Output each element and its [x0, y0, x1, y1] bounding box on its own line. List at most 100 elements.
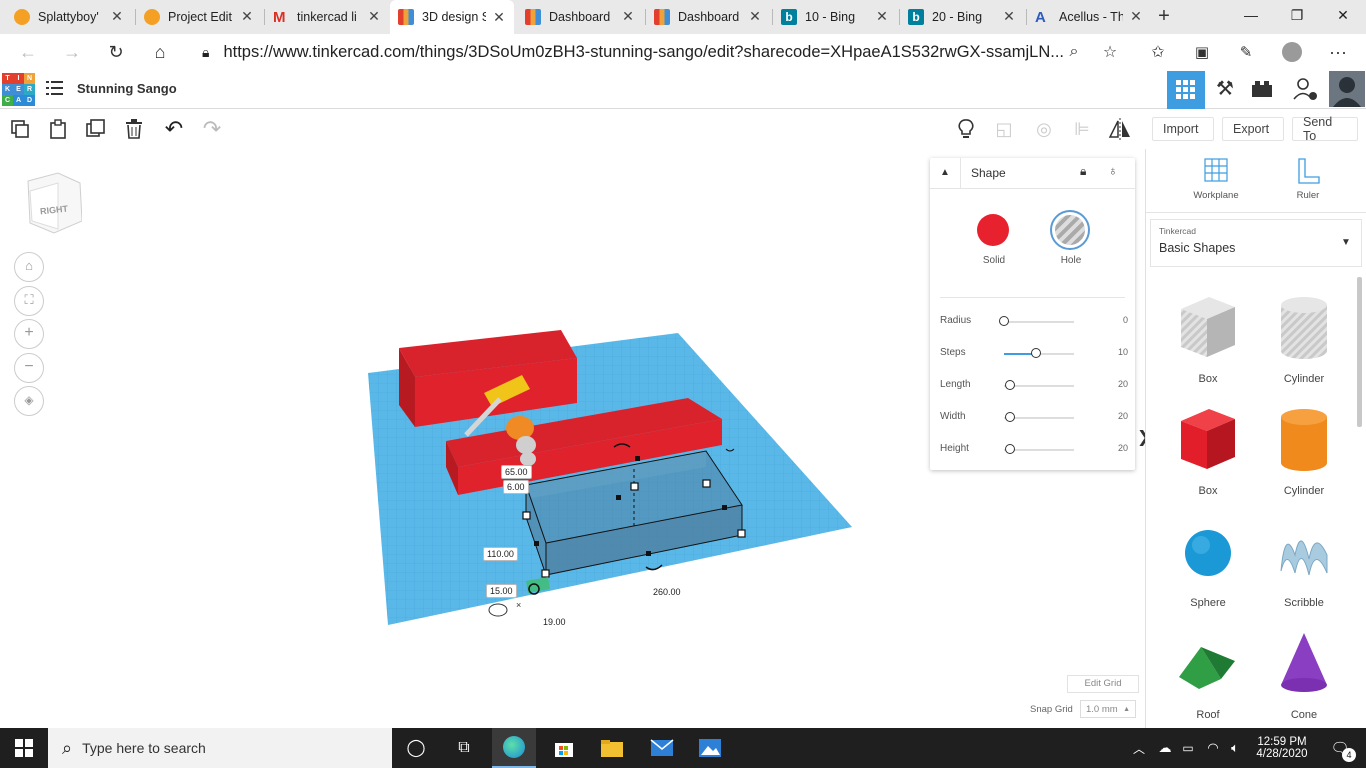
- browser-tab[interactable]: Dashboard ✕: [646, 0, 770, 33]
- pickaxe-icon[interactable]: ⚒: [1208, 76, 1242, 104]
- close-icon[interactable]: ✕: [621, 8, 635, 25]
- zoom-out-button[interactable]: −: [14, 353, 44, 383]
- close-icon[interactable]: ✕: [492, 9, 506, 26]
- param-slider-knob[interactable]: [999, 316, 1009, 326]
- param-value[interactable]: 10: [1118, 347, 1128, 357]
- mail-app-icon[interactable]: [640, 728, 684, 768]
- workplane-button[interactable]: Workplane: [1186, 157, 1246, 201]
- shape-tile-cylinder-orange[interactable]: Cylinder: [1256, 399, 1352, 509]
- browser-tab[interactable]: Project Edit ✕: [136, 0, 262, 33]
- minimize-button[interactable]: —: [1228, 0, 1274, 30]
- browser-tab[interactable]: b 20 - Bing ✕: [900, 0, 1024, 33]
- forward-button[interactable]: →: [58, 38, 86, 66]
- bricks-icon[interactable]: [1250, 77, 1282, 103]
- chevron-up-icon[interactable]: ︿: [1130, 728, 1148, 768]
- home-view-button[interactable]: ⌂: [14, 252, 44, 282]
- param-slider-knob[interactable]: [1004, 444, 1015, 454]
- ruler-button[interactable]: Ruler: [1278, 157, 1338, 201]
- param-slider-knob[interactable]: [1030, 348, 1041, 358]
- photos-app-icon[interactable]: [688, 728, 732, 768]
- task-view-icon[interactable]: ⧉: [444, 728, 484, 768]
- dimension-label[interactable]: 19.00: [543, 617, 566, 627]
- edge-app-icon[interactable]: [492, 728, 536, 768]
- browser-tab-active[interactable]: 3D design S ✕: [390, 0, 514, 34]
- perspective-button[interactable]: ◈: [14, 386, 44, 416]
- volume-icon[interactable]: 🔈︎: [1224, 728, 1246, 768]
- dimension-label[interactable]: 15.00: [486, 584, 517, 598]
- copy-icon[interactable]: [6, 115, 34, 143]
- param-slider-knob[interactable]: [1004, 412, 1015, 422]
- edit-grid-button[interactable]: Edit Grid: [1067, 675, 1139, 693]
- duplicate-icon[interactable]: [82, 115, 110, 143]
- tinkercad-logo[interactable]: TINKERCAD: [2, 73, 35, 106]
- hide-lightbulb-icon[interactable]: ♁: [1108, 163, 1118, 178]
- dimension-label[interactable]: 260.00: [653, 587, 681, 597]
- 3d-design-view-button[interactable]: [1167, 71, 1205, 109]
- pulley-part[interactable]: [506, 416, 534, 440]
- comment-icon[interactable]: ◱: [990, 115, 1018, 143]
- profile-avatar[interactable]: [1278, 38, 1306, 66]
- notes-lightbulb-icon[interactable]: [952, 115, 980, 143]
- dimension-label[interactable]: 65.00: [501, 465, 532, 479]
- user-avatar[interactable]: [1329, 71, 1365, 107]
- shape-tile-sphere-blue[interactable]: Sphere: [1160, 511, 1256, 621]
- dimension-label[interactable]: 110.00: [483, 547, 518, 561]
- redo-icon[interactable]: ↷: [198, 115, 226, 143]
- new-tab-button[interactable]: +: [1152, 4, 1176, 28]
- shape-tile-cone-purple[interactable]: Cone: [1256, 623, 1352, 733]
- design-list-icon[interactable]: [46, 80, 64, 96]
- browser-tab[interactable]: Dashboard ✕: [517, 0, 643, 33]
- delete-icon[interactable]: [120, 115, 148, 143]
- shape-tile-box-hole[interactable]: Box: [1160, 287, 1256, 397]
- clock[interactable]: 12:59 PM 4/28/2020: [1250, 728, 1314, 768]
- zoom-in-button[interactable]: +: [14, 319, 44, 349]
- mirror-icon[interactable]: [1106, 115, 1134, 143]
- snap-grid-select[interactable]: 1.0 mm ▲: [1080, 700, 1136, 718]
- send-to-button[interactable]: Send To: [1292, 115, 1358, 143]
- cortana-icon[interactable]: ◯: [396, 728, 436, 768]
- settings-menu-button[interactable]: ···: [1324, 38, 1352, 66]
- dimension-label[interactable]: 6.00: [503, 480, 529, 494]
- wifi-icon[interactable]: ◠: [1202, 728, 1224, 768]
- shape-tile-cylinder-hole[interactable]: Cylinder: [1256, 287, 1352, 397]
- close-icon[interactable]: ✕: [240, 8, 254, 25]
- favorite-star-icon[interactable]: ☆: [1096, 38, 1124, 66]
- close-window-button[interactable]: ✕: [1320, 0, 1366, 30]
- browser-tab[interactable]: A Acellus - Th ✕: [1027, 0, 1151, 33]
- battery-icon[interactable]: ▭: [1178, 728, 1198, 768]
- param-slider-knob[interactable]: [1004, 380, 1015, 390]
- browser-tab[interactable]: M tinkercad li ✕: [265, 0, 389, 33]
- solid-button[interactable]: [977, 214, 1009, 246]
- grid-ruler-icon[interactable]: [488, 603, 508, 617]
- close-icon[interactable]: ✕: [748, 8, 762, 25]
- param-value[interactable]: 0: [1123, 315, 1128, 325]
- onedrive-icon[interactable]: ☁: [1154, 728, 1176, 768]
- browser-tab[interactable]: b 10 - Bing ✕: [773, 0, 897, 33]
- restore-button[interactable]: ❐: [1274, 0, 1320, 30]
- export-button[interactable]: Export: [1222, 117, 1284, 141]
- param-value[interactable]: 20: [1118, 443, 1128, 453]
- file-explorer-icon[interactable]: [590, 728, 634, 768]
- home-icon[interactable]: ⌂: [146, 38, 174, 66]
- project-title[interactable]: Stunning Sango: [77, 81, 177, 96]
- fit-all-button[interactable]: ⛶: [14, 286, 44, 316]
- collapse-inspector-icon[interactable]: ▲: [930, 158, 961, 188]
- param-value[interactable]: 20: [1118, 379, 1128, 389]
- shape-library-select[interactable]: Tinkercad Basic Shapes ▼: [1150, 219, 1362, 267]
- browser-tab[interactable]: Splattyboy' ✕: [6, 0, 132, 33]
- align-icon[interactable]: ⊫: [1068, 115, 1096, 143]
- close-icon[interactable]: ✕: [875, 8, 889, 25]
- close-icon[interactable]: ✕: [367, 8, 381, 25]
- import-button[interactable]: Import: [1152, 117, 1214, 141]
- param-value[interactable]: 20: [1118, 411, 1128, 421]
- param-slider-track[interactable]: [1004, 321, 1074, 323]
- lock-icon[interactable]: 🔒︎: [1080, 164, 1086, 179]
- windows-start-button[interactable]: [0, 728, 48, 768]
- close-icon[interactable]: ✕: [110, 8, 124, 25]
- shape-tile-roof-green[interactable]: Roof: [1160, 623, 1256, 733]
- shape-tile-scribble[interactable]: Scribble: [1256, 511, 1352, 621]
- feedback-icon[interactable]: ✎: [1232, 38, 1260, 66]
- paste-icon[interactable]: [44, 115, 72, 143]
- close-icon[interactable]: ✕: [1002, 8, 1016, 25]
- back-button[interactable]: ←: [14, 38, 42, 66]
